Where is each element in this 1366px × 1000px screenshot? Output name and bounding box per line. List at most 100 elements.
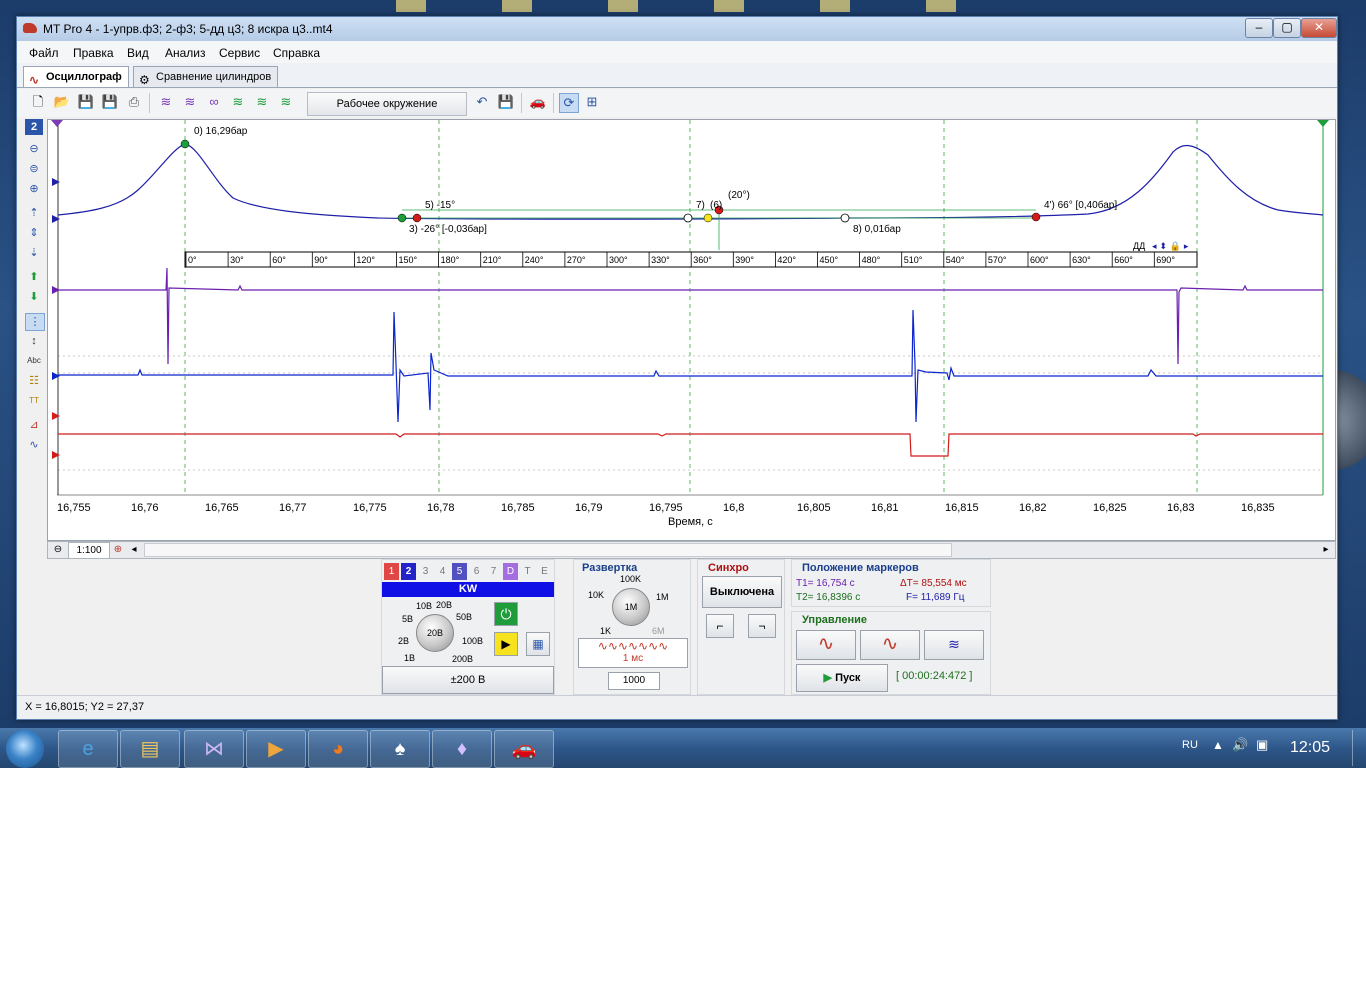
language-indicator[interactable]: RU <box>1182 739 1198 751</box>
car-icon[interactable]: 🚗 <box>529 93 547 111</box>
tab-oscilloscope[interactable]: ∿ Осциллограф <box>23 66 129 87</box>
media-icon[interactable]: ▶ <box>246 730 306 768</box>
channel-tab-4[interactable]: 4 <box>435 563 450 580</box>
firefox-icon[interactable]: ◕ <box>308 730 368 768</box>
zoom-minus-icon[interactable]: ⊖ <box>50 542 66 557</box>
scroll-left-icon[interactable]: ◂ <box>128 542 140 557</box>
taskbar: e ▤ ⋈ ▶ ◕ ♠ ♦ 🚗 RU ▲ 🔊 ▣ 12:05 <box>0 728 1366 768</box>
range-button[interactable]: ±200 В <box>382 666 554 694</box>
rising-edge-icon[interactable]: ⌐ <box>706 614 734 638</box>
channel-tab-e[interactable]: E <box>537 563 552 580</box>
scroll-thumb[interactable] <box>144 543 952 557</box>
volts-knob[interactable]: 20В <box>416 614 454 652</box>
cursor-mode-icon[interactable]: ⟳ <box>559 93 579 113</box>
scroll-right-icon[interactable]: ▸ <box>1320 542 1332 557</box>
channel-tab-5[interactable]: 5 <box>452 563 467 580</box>
clock[interactable]: 12:05 <box>1290 739 1330 757</box>
new-file-icon[interactable]: 🗋 <box>29 93 47 111</box>
dotted-wave-icon[interactable]: ∿ <box>860 630 920 660</box>
start-button[interactable] <box>6 730 44 768</box>
menu-view[interactable]: Вид <box>127 46 149 60</box>
save-icon[interactable]: 💾 <box>77 93 95 111</box>
minimize-button[interactable]: – <box>1245 18 1273 38</box>
measure-icon[interactable]: ⋮ <box>25 313 45 331</box>
falling-edge-icon[interactable]: ¬ <box>748 614 776 638</box>
expand-vertical-icon[interactable]: ⇕ <box>25 225 43 241</box>
mtpro-icon[interactable]: 🚗 <box>494 730 554 768</box>
arrow-up-icon[interactable]: ⬆ <box>25 269 43 285</box>
undo-icon[interactable]: ↶ <box>473 93 491 111</box>
network-icon[interactable]: ▣ <box>1256 737 1268 753</box>
waves-cross-icon[interactable]: ≋ <box>181 93 199 111</box>
channel-tab-3[interactable]: 3 <box>418 563 433 580</box>
shift-up-icon[interactable]: ⇡ <box>25 205 43 221</box>
ie-icon[interactable]: e <box>58 730 118 768</box>
channel-tab-2[interactable]: 2 <box>401 563 416 580</box>
tab-cylinder-compare[interactable]: ⚙ Сравнение цилиндров <box>133 66 279 87</box>
title-bar[interactable]: MT Pro 4 - 1-упрв.ф3; 2-ф3; 5-дд ц3; 8 и… <box>17 17 1337 41</box>
degree-tick-label: 210° <box>483 255 502 265</box>
menu-file[interactable]: Файл <box>29 46 59 60</box>
chart-icon[interactable]: ⊿ <box>25 417 43 433</box>
knob-label: 50В <box>456 612 473 622</box>
start-button[interactable]: ▶ Пуск <box>796 664 888 692</box>
channel-tab-6[interactable]: 6 <box>469 563 484 580</box>
shift-down-icon[interactable]: ⇣ <box>25 245 43 261</box>
waves-icon[interactable]: ≋ <box>157 93 175 111</box>
channel-tab-t[interactable]: T <box>520 563 535 580</box>
text-label-icon[interactable]: Abc <box>25 353 43 369</box>
channel-tab-7[interactable]: 7 <box>486 563 501 580</box>
sort-icon[interactable]: ↕ <box>25 333 43 349</box>
close-button[interactable]: ✕ <box>1301 18 1337 38</box>
menu-service[interactable]: Сервис <box>219 46 260 60</box>
menu-analysis[interactable]: Анализ <box>165 46 206 60</box>
wave-view-icon[interactable]: ∿ <box>25 437 43 453</box>
volume-icon[interactable]: 🔊 <box>1232 737 1248 753</box>
menu-bar: Файл Правка Вид Анализ Сервис Справка <box>17 41 1337 63</box>
print-icon[interactable]: ⎙ <box>125 93 143 111</box>
vs-icon[interactable]: ⋈ <box>184 730 244 768</box>
selected-channel-badge[interactable]: 2 <box>25 119 43 135</box>
cards-icon[interactable]: ♦ <box>432 730 492 768</box>
x-tick-label: 16,79 <box>575 502 603 514</box>
zoom-reset-icon[interactable]: ⊜ <box>25 161 43 177</box>
samples-spinner[interactable]: 1000 <box>608 672 660 690</box>
power-icon[interactable]: ⏻ <box>494 602 518 626</box>
sync-mode-button[interactable]: Выключена <box>702 576 782 608</box>
zoom-in-icon[interactable]: ⊕ <box>25 181 43 197</box>
wave-loop-icon[interactable]: ∞ <box>205 93 223 111</box>
markers-icon[interactable]: ☷ <box>25 373 43 389</box>
open-folder-icon[interactable]: 📂 <box>53 93 71 111</box>
play-channel-icon[interactable]: ▶ <box>494 632 518 656</box>
waves-add-icon[interactable]: ≋ <box>253 93 271 111</box>
multi-wave-icon[interactable]: ≋ <box>924 630 984 660</box>
maximize-button[interactable]: ▢ <box>1273 18 1301 38</box>
single-wave-icon[interactable]: ∿ <box>796 630 856 660</box>
ch5-sensor-trace <box>58 309 1323 423</box>
menu-help[interactable]: Справка <box>273 46 320 60</box>
save-as-icon[interactable]: 💾 <box>101 93 119 111</box>
calculator-icon[interactable]: ▦ <box>526 632 550 656</box>
markers-title: Положение маркеров <box>802 562 919 574</box>
arrow-down-icon[interactable]: ⬇ <box>25 289 43 305</box>
sweep-knob[interactable]: 1M <box>612 588 650 626</box>
time-markers-icon[interactable]: TT <box>25 393 43 409</box>
oscilloscope-plot[interactable]: 0) 16,29бар 5) -15° 3) -26° [-0,03бар] 7… <box>47 119 1336 541</box>
save-workspace-icon[interactable]: 💾 <box>497 93 515 111</box>
zoom-plus-icon[interactable]: ⊕ <box>110 542 126 557</box>
tray-arrow-icon[interactable]: ▲ <box>1212 738 1224 752</box>
grid-mode-icon[interactable]: ⊞ <box>583 93 601 111</box>
channel-tab-d[interactable]: D <box>503 563 518 580</box>
menu-edit[interactable]: Правка <box>73 46 114 60</box>
sweep-time-display[interactable]: ∿∿∿∿∿∿∿ 1 мс <box>578 638 688 668</box>
marker-6-point <box>703 213 713 223</box>
show-desktop-button[interactable] <box>1352 730 1365 766</box>
zoom-level[interactable]: 1:100 <box>68 542 110 559</box>
explorer-icon[interactable]: ▤ <box>120 730 180 768</box>
waves-check-icon[interactable]: ≋ <box>229 93 247 111</box>
channel-tab-1[interactable]: 1 <box>384 563 399 580</box>
waves-up-icon[interactable]: ≋ <box>277 93 295 111</box>
solitaire-icon[interactable]: ♠ <box>370 730 430 768</box>
workspace-dropdown[interactable]: Рабочее окружение <box>307 92 467 116</box>
zoom-out-icon[interactable]: ⊖ <box>25 141 43 157</box>
